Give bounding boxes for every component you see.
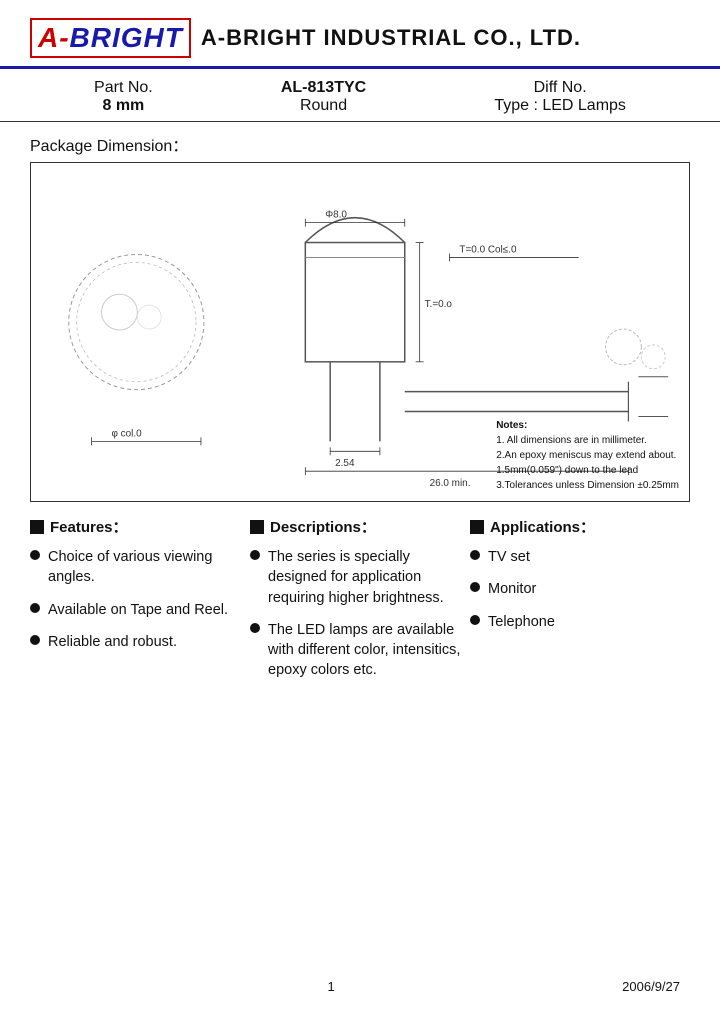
svg-text:Φ8.0: Φ8.0 xyxy=(325,210,347,221)
desc-bullet-1 xyxy=(250,550,260,560)
app-bullet-3 xyxy=(470,615,480,625)
page-footer: 1 2006/9/27 xyxy=(0,979,720,994)
feature-text-1: Choice of various viewing angles. xyxy=(48,547,242,588)
bullet-icon-2 xyxy=(30,603,40,613)
desc-item-1: The series is specially designed for app… xyxy=(250,547,462,608)
feature-item-3: Reliable and robust. xyxy=(30,632,242,652)
feature-text-3: Reliable and robust. xyxy=(48,632,177,652)
features-section: Features： Choice of various viewing angl… xyxy=(0,502,720,693)
part-shape: Round xyxy=(300,97,347,115)
notes-box: Notes: 1. All dimensions are in millimet… xyxy=(496,418,679,493)
company-logo: A-BRIGHT xyxy=(30,18,191,58)
bullet-icon-1 xyxy=(30,550,40,560)
app-text-1: TV set xyxy=(488,547,530,567)
package-section: Package Dimension： xyxy=(0,122,720,156)
descriptions-col: Descriptions： The series is specially de… xyxy=(250,516,470,693)
svg-text:T=0.0 Col≤.0: T=0.0 Col≤.0 xyxy=(459,244,517,255)
note-3: 1.5mm(0.059") down to the lead xyxy=(496,463,679,478)
part-model: AL-813TYC xyxy=(281,79,366,97)
descriptions-header-label: Descriptions： xyxy=(270,516,376,537)
app-item-2: Monitor xyxy=(470,579,682,599)
company-name: A-BRIGHT INDUSTRIAL CO., LTD. xyxy=(201,25,581,51)
footer-date: 2006/9/27 xyxy=(622,979,680,994)
desc-text-1: The series is specially designed for app… xyxy=(268,547,462,608)
svg-text:φ col.0: φ col.0 xyxy=(111,428,142,439)
applications-col: Applications： TV set Monitor Telephone xyxy=(470,516,690,693)
app-item-3: Telephone xyxy=(470,612,682,632)
features-bullet-icon xyxy=(30,520,44,534)
page-header: A-BRIGHT A-BRIGHT INDUSTRIAL CO., LTD. xyxy=(0,0,720,69)
app-bullet-icon xyxy=(470,520,484,534)
part-type: Type : LED Lamps xyxy=(494,97,626,115)
package-title: Package Dimension： xyxy=(30,132,690,156)
app-bullet-1 xyxy=(470,550,480,560)
features-col: Features： Choice of various viewing angl… xyxy=(30,516,250,693)
note-4: 3.Tolerances unless Dimension ±0.25mm xyxy=(496,478,679,493)
logo-bright: BRIGHT xyxy=(70,22,183,53)
features-header: Features： xyxy=(30,516,242,537)
logo-a: A- xyxy=(38,22,70,53)
desc-item-2: The LED lamps are available with differe… xyxy=(250,620,462,681)
part-diff-col: Diff No. Type : LED Lamps xyxy=(494,79,626,115)
part-value: 8 mm xyxy=(102,97,144,115)
diff-label: Diff No. xyxy=(534,79,587,97)
diagram-box: Φ8.0 T.=0.o T=0.0 Col≤.0 2.54 26.0 min. … xyxy=(30,162,690,502)
features-header-label: Features： xyxy=(50,516,128,537)
page-number: 1 xyxy=(40,979,622,994)
applications-header-label: Applications： xyxy=(490,516,595,537)
svg-text:T.=0.o: T.=0.o xyxy=(425,299,453,310)
app-item-1: TV set xyxy=(470,547,682,567)
feature-item-2: Available on Tape and Reel. xyxy=(30,600,242,620)
feature-text-2: Available on Tape and Reel. xyxy=(48,600,228,620)
applications-header: Applications： xyxy=(470,516,682,537)
descriptions-header: Descriptions： xyxy=(250,516,462,537)
bullet-icon-3 xyxy=(30,635,40,645)
svg-text:26.0 min.: 26.0 min. xyxy=(430,478,471,489)
desc-bullet-icon xyxy=(250,520,264,534)
desc-bullet-2 xyxy=(250,623,260,633)
app-bullet-2 xyxy=(470,582,480,592)
part-label: Part No. xyxy=(94,79,153,97)
app-text-2: Monitor xyxy=(488,579,536,599)
part-info-section: Part No. 8 mm AL-813TYC Round Diff No. T… xyxy=(0,69,720,122)
part-model-col: AL-813TYC Round xyxy=(281,79,366,115)
feature-item-1: Choice of various viewing angles. xyxy=(30,547,242,588)
notes-title: Notes: xyxy=(496,418,679,433)
app-text-3: Telephone xyxy=(488,612,555,632)
desc-text-2: The LED lamps are available with differe… xyxy=(268,620,462,681)
note-1: 1. All dimensions are in millimeter. xyxy=(496,433,679,448)
svg-text:2.54: 2.54 xyxy=(335,458,355,469)
part-number-col: Part No. 8 mm xyxy=(94,79,153,115)
note-2: 2.An epoxy meniscus may extend about. xyxy=(496,448,679,463)
